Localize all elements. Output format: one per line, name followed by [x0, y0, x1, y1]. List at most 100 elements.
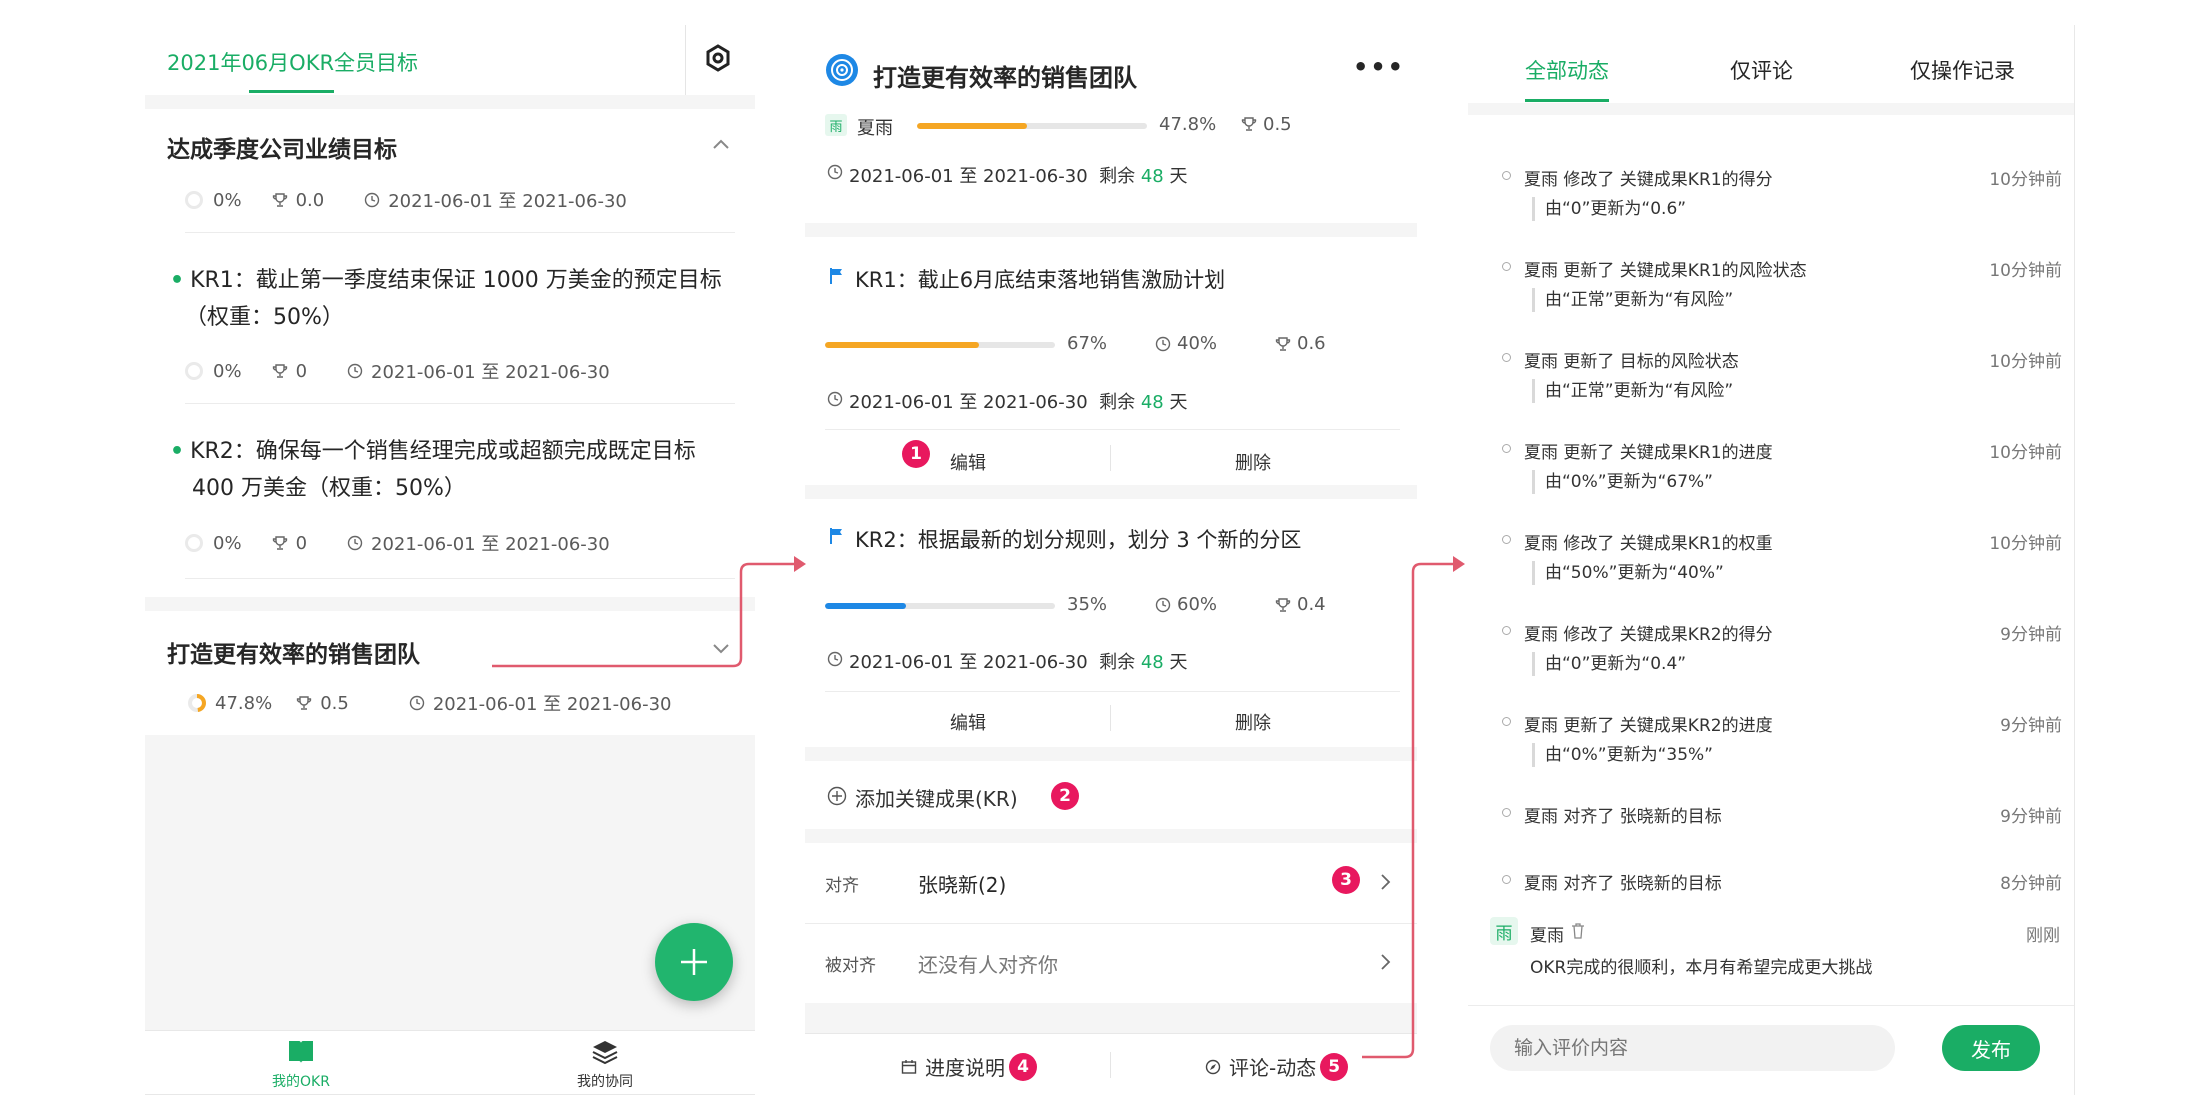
section-gap: [145, 95, 755, 109]
objective-header: 打造更有效率的销售团队 ••• 雨 夏雨 47.8% 0.5 2021-06-0…: [805, 25, 1417, 223]
delete-button[interactable]: 删除: [1235, 709, 1271, 735]
section-gap: [145, 597, 755, 611]
kr-weight: 400 万美金（权重：50%）: [192, 476, 466, 501]
activity-detail: 由“0%”更新为“35%”: [1532, 743, 1713, 767]
tab-my-collab[interactable]: 我的协同: [535, 1039, 675, 1091]
kr-item[interactable]: • KR1：截止第一季度结束保证 1000 万美金的预定目标 （权重：50%）: [170, 262, 745, 336]
divider: [1110, 1052, 1111, 1078]
chevron-right-icon: [1381, 954, 1391, 970]
kr-title: KR2：确保每一个销售经理完成或超额完成既定目标: [190, 439, 696, 464]
add-kr-row[interactable]: 添加关键成果(KR) 2: [805, 761, 1417, 829]
owner-name: 夏雨: [857, 118, 893, 139]
alignment-section: 对齐 张晓新(2) 3 被对齐 还没有人对齐你: [805, 843, 1417, 1003]
progress-ring-icon: [185, 191, 203, 209]
activity-item: 夏雨 修改了 关键成果KR1的权重 10分钟前 由“50%”更新为“40%”: [1502, 529, 2062, 589]
activity-item: 夏雨 更新了 目标的风险状态 10分钟前 由“正常”更新为“有风险”: [1502, 347, 2062, 407]
score-value: 0: [295, 532, 308, 554]
clock-icon: [365, 192, 380, 208]
plus-circle-icon: [827, 786, 847, 806]
chevron-down-icon[interactable]: [711, 642, 731, 656]
trash-icon[interactable]: [1571, 923, 1585, 939]
clock-icon: [827, 164, 843, 180]
kr-progress-bar: [825, 342, 1055, 348]
tab-underline: [1525, 99, 1609, 102]
align-value: 张晓新(2): [918, 873, 1007, 897]
objective-title[interactable]: 打造更有效率的销售团队: [167, 635, 420, 669]
okr-period-tab[interactable]: 2021年06月OKR全员目标: [167, 47, 418, 77]
activity-text: 夏雨 更新了 关键成果KR1的风险状态: [1524, 261, 1807, 281]
target-settings-icon[interactable]: [703, 43, 733, 73]
tab-all-activity[interactable]: 全部动态: [1525, 55, 1609, 85]
weight-clock-icon: [1155, 336, 1171, 352]
chevron-up-icon[interactable]: [711, 137, 731, 151]
kr-item[interactable]: • KR2：确保每一个销售经理完成或超额完成既定目标 400 万美金（权重：50%…: [170, 433, 745, 507]
objective-title[interactable]: 达成季度公司业绩目标: [167, 130, 397, 164]
trophy-icon: [1241, 117, 1257, 131]
kr-meta: 0% 0 2021-06-01 至 2021-06-30: [185, 530, 610, 556]
comments-button[interactable]: 评论-动态 5: [1205, 1052, 1349, 1081]
section-gap: [1468, 103, 2074, 115]
comment-text: OKR完成的很顺利，本月有希望完成更大挑战: [1530, 958, 1873, 978]
comments-label: 评论-动态: [1229, 1056, 1317, 1080]
calendar-icon: [901, 1059, 917, 1074]
avatar: 雨: [1490, 917, 1518, 945]
tab-comments-only[interactable]: 仅评论: [1730, 55, 1793, 85]
trophy-icon: [296, 696, 312, 710]
more-icon[interactable]: •••: [1353, 53, 1405, 81]
aligned-label: 被对齐: [825, 956, 876, 976]
publish-button[interactable]: 发布: [1942, 1025, 2040, 1071]
kr-title[interactable]: KR2：根据最新的划分规则，划分 3 个新的分区: [855, 524, 1301, 554]
activity-time: 9分钟前: [2000, 807, 2062, 827]
score-value: 0.5: [320, 692, 349, 714]
progress-value: 0%: [213, 360, 242, 382]
aligned-row[interactable]: 被对齐 还没有人对齐你: [805, 923, 1417, 1003]
comment-input[interactable]: [1490, 1025, 1895, 1071]
progress-note-button[interactable]: 进度说明 4: [901, 1052, 1037, 1081]
tab-my-okr[interactable]: 我的OKR: [231, 1039, 371, 1091]
align-row[interactable]: 对齐 张晓新(2) 3: [805, 843, 1417, 923]
add-kr-label: 添加关键成果(KR): [855, 787, 1018, 811]
progress-value: 67%: [1067, 333, 1108, 354]
delete-button[interactable]: 删除: [1235, 449, 1271, 475]
edit-button[interactable]: 编辑: [950, 709, 986, 735]
plus-icon: [681, 949, 707, 975]
kr-title: KR1：截止第一季度结束保证 1000 万美金的预定目标: [190, 268, 722, 293]
divider: [1468, 1005, 2074, 1006]
bullet-icon: [1502, 717, 1511, 726]
header: 2021年06月OKR全员目标: [145, 25, 755, 95]
activity-time: 10分钟前: [1989, 261, 2062, 281]
kr-card: KR2：根据最新的划分规则，划分 3 个新的分区 35% 60% 0.4 202…: [805, 499, 1417, 747]
chevron-right-icon: [1381, 874, 1391, 890]
tab-underline: [249, 90, 334, 93]
trophy-icon: [272, 536, 287, 550]
kr-weight: （权重：50%）: [185, 305, 344, 330]
activity-time: 10分钟前: [1989, 352, 2062, 372]
divider: [2074, 25, 2075, 1095]
weight-value: 60%: [1177, 594, 1218, 615]
tab-operations-only[interactable]: 仅操作记录: [1910, 55, 2015, 85]
objective-title: 打造更有效率的销售团队: [873, 64, 1137, 92]
flag-icon: [830, 528, 842, 544]
edit-button[interactable]: 编辑: [950, 449, 986, 475]
activity-item: 夏雨 更新了 关键成果KR1的进度 10分钟前 由“0%”更新为“67%”: [1502, 438, 2062, 498]
comment-time: 刚刚: [2026, 926, 2060, 946]
kr-meta: 0% 0 2021-06-01 至 2021-06-30: [185, 358, 610, 384]
weight-clock-icon: [1155, 597, 1171, 613]
bullet-icon: [1502, 262, 1511, 271]
divider: [1110, 445, 1111, 471]
score-value: 0.0: [295, 189, 325, 211]
activity-text: 夏雨 修改了 关键成果KR1的得分: [1524, 170, 1773, 190]
add-fab-button[interactable]: [655, 923, 733, 1001]
activity-item: 夏雨 对齐了 张晓新的目标 8分钟前: [1502, 869, 2062, 899]
kr-title[interactable]: KR1：截止6月底结束落地销售激励计划: [855, 264, 1225, 294]
step-badge-3: 3: [1332, 866, 1360, 894]
progress-value: 35%: [1067, 594, 1108, 615]
step-badge-5: 5: [1320, 1052, 1349, 1081]
divider: [1110, 705, 1111, 731]
objective-detail-panel: 打造更有效率的销售团队 ••• 雨 夏雨 47.8% 0.5 2021-06-0…: [805, 25, 1417, 1095]
activity-detail: 由“正常”更新为“有风险”: [1532, 288, 1733, 312]
activity-time: 10分钟前: [1989, 170, 2062, 190]
activity-text: 夏雨 更新了 目标的风险状态: [1524, 352, 1739, 372]
progress-value: 0%: [213, 532, 242, 554]
activity-time: 9分钟前: [2000, 625, 2062, 645]
